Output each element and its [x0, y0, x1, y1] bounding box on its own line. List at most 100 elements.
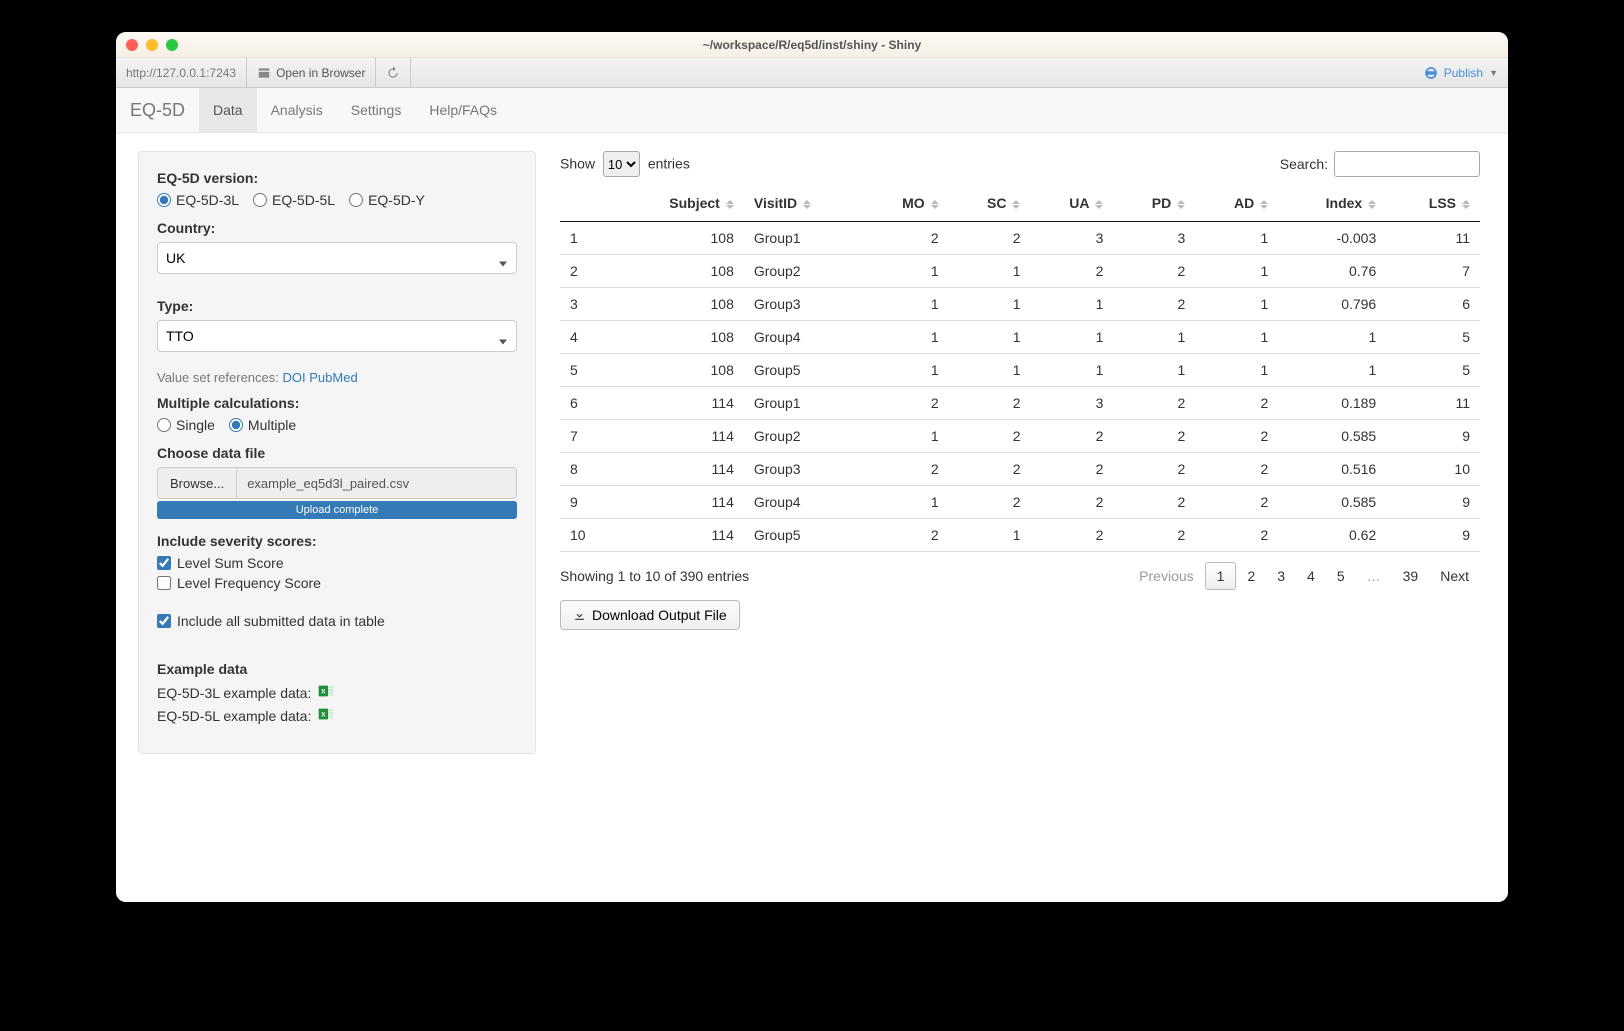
table-row[interactable]: 2108Group2112210.767	[560, 255, 1480, 288]
pager-page-5[interactable]: 5	[1326, 563, 1356, 589]
version-option-eq-5d-y[interactable]: EQ-5D-Y	[349, 192, 425, 208]
cell: 7	[1386, 255, 1480, 288]
multi-option-single[interactable]: Single	[157, 417, 215, 433]
browse-button[interactable]: Browse...	[158, 468, 237, 498]
table-row[interactable]: 4108Group41111115	[560, 321, 1480, 354]
col-ad[interactable]: AD	[1195, 187, 1278, 222]
file-input[interactable]: Browse... example_eq5d3l_paired.csv	[157, 467, 517, 499]
cell: 5	[1386, 321, 1480, 354]
table-row[interactable]: 6114Group1223220.18911	[560, 387, 1480, 420]
data-table: SubjectVisitIDMOSCUAPDADIndexLSS 1108Gro…	[560, 187, 1480, 552]
table-row[interactable]: 5108Group51111115	[560, 354, 1480, 387]
cell: 1	[1195, 288, 1278, 321]
cell: Group4	[744, 486, 862, 519]
multi-calc-radio-group: Single Multiple	[157, 417, 517, 433]
sidebar-panel: EQ-5D version: EQ-5D-3LEQ-5D-5LEQ-5D-Y C…	[138, 151, 536, 754]
pager-page-39[interactable]: 39	[1392, 563, 1430, 589]
tab-help-faqs[interactable]: Help/FAQs	[415, 88, 511, 132]
version-option-eq-5d-5l[interactable]: EQ-5D-5L	[253, 192, 335, 208]
reload-button[interactable]	[376, 58, 411, 87]
pubmed-link[interactable]: PubMed	[309, 370, 357, 385]
multi-radio[interactable]	[229, 418, 243, 432]
include-all-checkbox[interactable]	[157, 614, 171, 628]
table-row[interactable]: 7114Group2122220.5859	[560, 420, 1480, 453]
col-rownum[interactable]	[560, 187, 614, 222]
country-select[interactable]: UK	[157, 242, 517, 274]
cell: 1	[949, 321, 1031, 354]
pager-page-4[interactable]: 4	[1296, 563, 1326, 589]
example-5l-download[interactable]: X	[317, 706, 335, 725]
cell: 2	[1195, 519, 1278, 552]
table-row[interactable]: 8114Group3222220.51610	[560, 453, 1480, 486]
cell: 0.62	[1278, 519, 1386, 552]
example-3l-row: EQ-5D-3L example data: X	[157, 683, 517, 702]
cell: 2	[1030, 255, 1113, 288]
doi-link[interactable]: DOI	[283, 370, 306, 385]
multi-option-multiple[interactable]: Multiple	[229, 417, 296, 433]
sort-icon	[1012, 200, 1020, 209]
tab-settings[interactable]: Settings	[337, 88, 416, 132]
cell: 7	[560, 420, 614, 453]
upload-progress: Upload complete	[157, 501, 517, 519]
address-url: http://127.0.0.1:7243	[116, 58, 247, 87]
cell: 108	[614, 255, 743, 288]
include-all-checkbox-row[interactable]: Include all submitted data in table	[157, 613, 517, 629]
cell: 1	[1030, 354, 1113, 387]
severity-label: Include severity scores:	[157, 533, 517, 549]
search-input[interactable]	[1334, 151, 1480, 177]
svg-text:X: X	[321, 712, 326, 719]
cell: 1	[1030, 321, 1113, 354]
download-output-button[interactable]: Download Output File	[560, 600, 740, 630]
table-row[interactable]: 3108Group3111210.7966	[560, 288, 1480, 321]
cell: 0.516	[1278, 453, 1386, 486]
col-subject[interactable]: Subject	[614, 187, 743, 222]
col-visitid[interactable]: VisitID	[744, 187, 862, 222]
minimize-window-button[interactable]	[146, 39, 158, 51]
download-output-label: Download Output File	[592, 607, 727, 623]
zoom-window-button[interactable]	[166, 39, 178, 51]
col-pd[interactable]: PD	[1113, 187, 1195, 222]
type-select[interactable]: TTO	[157, 320, 517, 352]
col-index[interactable]: Index	[1278, 187, 1386, 222]
table-row[interactable]: 9114Group4122220.5859	[560, 486, 1480, 519]
table-row[interactable]: 10114Group5212220.629	[560, 519, 1480, 552]
lss-checkbox[interactable]	[157, 556, 171, 570]
cell: 8	[560, 453, 614, 486]
tab-analysis[interactable]: Analysis	[257, 88, 337, 132]
version-radio[interactable]	[349, 193, 363, 207]
lss-checkbox-row[interactable]: Level Sum Score	[157, 555, 517, 571]
cell: 2	[1113, 486, 1195, 519]
open-in-browser-button[interactable]: Open in Browser	[247, 58, 376, 87]
pager-page-2[interactable]: 2	[1236, 563, 1266, 589]
sort-icon	[931, 200, 939, 209]
cell: 2	[1113, 288, 1195, 321]
lfs-checkbox-row[interactable]: Level Frequency Score	[157, 575, 517, 591]
publish-button[interactable]: Publish ▼	[1414, 66, 1508, 80]
close-window-button[interactable]	[126, 39, 138, 51]
tab-data[interactable]: Data	[199, 88, 257, 132]
table-row[interactable]: 1108Group122331-0.00311	[560, 222, 1480, 255]
col-sc[interactable]: SC	[949, 187, 1031, 222]
cell: 3	[1113, 222, 1195, 255]
cell: 114	[614, 453, 743, 486]
pager-page-3[interactable]: 3	[1266, 563, 1296, 589]
col-ua[interactable]: UA	[1030, 187, 1113, 222]
col-mo[interactable]: MO	[862, 187, 949, 222]
version-option-eq-5d-3l[interactable]: EQ-5D-3L	[157, 192, 239, 208]
cell: 2	[1113, 387, 1195, 420]
cell: 108	[614, 321, 743, 354]
length-select[interactable]: 10	[603, 151, 640, 177]
example-3l-download[interactable]: X	[317, 683, 335, 702]
col-lss[interactable]: LSS	[1386, 187, 1480, 222]
version-radio-group: EQ-5D-3L EQ-5D-5L EQ-5D-Y	[157, 192, 517, 208]
version-radio[interactable]	[157, 193, 171, 207]
window-title: ~/workspace/R/eq5d/inst/shiny - Shiny	[116, 38, 1508, 52]
pager-next[interactable]: Next	[1429, 563, 1480, 589]
cell: 1	[1195, 255, 1278, 288]
cell: 1	[949, 255, 1031, 288]
version-radio[interactable]	[253, 193, 267, 207]
multi-radio[interactable]	[157, 418, 171, 432]
lfs-checkbox[interactable]	[157, 576, 171, 590]
pager-page-1[interactable]: 1	[1205, 562, 1237, 590]
cell: Group2	[744, 255, 862, 288]
